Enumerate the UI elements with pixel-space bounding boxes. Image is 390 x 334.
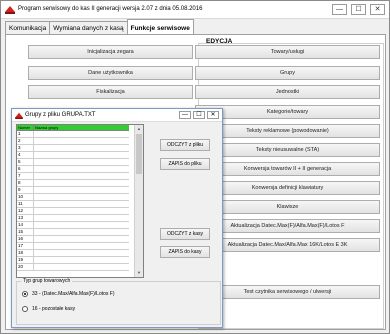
row-number-cell: 2 xyxy=(17,138,34,145)
row-number-cell: 5 xyxy=(17,159,34,166)
table-row[interactable]: 14 xyxy=(17,222,129,229)
close-button[interactable]: ✕ xyxy=(370,4,385,15)
radio-16-label: 16 - pozostałe kasy xyxy=(32,306,76,312)
table-row[interactable]: 1 xyxy=(17,131,129,138)
grid-scrollbar[interactable]: ▲ ▼ xyxy=(134,125,143,277)
goods-services-button[interactable]: Towary/usługi xyxy=(195,45,380,59)
table-row[interactable]: 8 xyxy=(17,180,129,187)
row-number-cell: 17 xyxy=(17,243,34,250)
row-number-cell: 7 xyxy=(17,173,34,180)
row-number-cell: 4 xyxy=(17,152,34,159)
save-to-register-button[interactable]: ZAPIS do kasy xyxy=(160,246,210,258)
table-row[interactable]: 20 xyxy=(17,264,129,271)
dialog-title-bar: Grupy z pliku GRUPA.TXT — ☐ ✕ xyxy=(12,109,222,122)
minimize-button[interactable]: — xyxy=(332,4,347,15)
group-type-option-16[interactable]: 16 - pozostałe kasy xyxy=(22,306,75,312)
row-number-cell: 13 xyxy=(17,215,34,222)
table-row[interactable]: 5 xyxy=(17,159,129,166)
user-data-button[interactable]: Dane użytkownika xyxy=(28,66,193,80)
row-number-cell: 16 xyxy=(17,236,34,243)
row-number-cell: 3 xyxy=(17,145,34,152)
row-number-cell: 19 xyxy=(17,257,34,264)
maximize-button[interactable]: ☐ xyxy=(351,4,366,15)
save-to-file-button[interactable]: ZAPIS do pliku xyxy=(160,158,210,170)
dialog-logo-icon xyxy=(15,112,23,119)
dialog-maximize-button[interactable]: ☐ xyxy=(193,111,205,119)
init-clock-button[interactable]: Inicjalizacja zegara xyxy=(28,45,193,59)
table-row[interactable]: 13 xyxy=(17,215,129,222)
table-row[interactable]: 16 xyxy=(17,236,129,243)
edycja-label: EDYCJA xyxy=(206,38,233,45)
row-number-cell: 15 xyxy=(17,229,34,236)
table-row[interactable]: 19 xyxy=(17,257,129,264)
table-row[interactable]: 6 xyxy=(17,166,129,173)
groups-button[interactable]: Grupy xyxy=(195,66,380,80)
table-row[interactable]: 12 xyxy=(17,208,129,215)
table-row[interactable]: 7 xyxy=(17,173,129,180)
read-from-file-button[interactable]: ODCZYT z pliku xyxy=(160,139,210,151)
radio-33-label: 33 - (Datec.Max/Alfa.Max(F)/Lotos F) xyxy=(32,291,115,297)
table-row[interactable]: 11 xyxy=(17,201,129,208)
table-row[interactable]: 18 xyxy=(17,250,129,257)
table-row[interactable]: 10 xyxy=(17,194,129,201)
table-row[interactable]: 17 xyxy=(17,243,129,250)
tab-funkcje-serwisowe[interactable]: Funkcje serwisowe xyxy=(126,19,194,34)
groups-dialog: Grupy z pliku GRUPA.TXT — ☐ ✕ Numer Nazw… xyxy=(11,108,223,328)
units-button[interactable]: Jednostki xyxy=(195,85,380,99)
app-logo-icon xyxy=(5,6,15,14)
tab-komunikacja[interactable]: Komunikacja xyxy=(5,21,51,34)
table-row[interactable]: 9 xyxy=(17,187,129,194)
group-type-legend: Typ grup towarowych xyxy=(21,278,73,284)
table-row[interactable]: 3 xyxy=(17,145,129,152)
radio-16[interactable] xyxy=(22,306,28,312)
row-number-cell: 9 xyxy=(17,187,34,194)
title-bar: Program serwisowy do kas II generacji we… xyxy=(1,1,389,19)
row-number-cell: 10 xyxy=(17,194,34,201)
groups-grid[interactable]: Numer Nazwa grupy 1 2 3 4 5 6 7 8 9 10 11 12 13 14 15 1… xyxy=(16,124,144,278)
row-number-cell: 12 xyxy=(17,208,34,215)
row-number-cell: 14 xyxy=(17,222,34,229)
row-number-cell: 8 xyxy=(17,180,34,187)
dialog-title: Grupy z pliku GRUPA.TXT xyxy=(25,112,96,118)
table-row[interactable]: 15 xyxy=(17,229,129,236)
row-number-cell: 18 xyxy=(17,250,34,257)
tab-wymiana-danych[interactable]: Wymiana danych z kasą xyxy=(49,21,128,34)
group-type-fieldset: Typ grup towarowych 33 - (Datec.Max/Alfa… xyxy=(16,278,221,325)
row-number-cell: 6 xyxy=(17,166,34,173)
tab-strip: Komunikacja Wymiana danych z kasą Funkcj… xyxy=(5,19,194,35)
row-number-cell: 1 xyxy=(17,131,34,138)
scroll-down-icon[interactable]: ▼ xyxy=(135,269,143,277)
read-from-register-button[interactable]: ODCZYT z kasy xyxy=(160,228,210,240)
dialog-close-button[interactable]: ✕ xyxy=(207,111,219,119)
dialog-minimize-button[interactable]: — xyxy=(179,111,191,119)
row-number-cell: 20 xyxy=(17,264,34,271)
row-number-cell: 11 xyxy=(17,201,34,208)
fiscalization-button[interactable]: Fiskalizacja xyxy=(28,85,193,99)
group-type-option-33[interactable]: 33 - (Datec.Max/Alfa.Max(F)/Lotos F) xyxy=(22,291,115,297)
radio-33[interactable] xyxy=(22,291,28,297)
window-title: Program serwisowy do kas II generacji we… xyxy=(18,6,203,12)
table-row[interactable]: 4 xyxy=(17,152,129,159)
table-row[interactable]: 2 xyxy=(17,138,129,145)
scroll-thumb[interactable] xyxy=(136,134,142,174)
scroll-up-icon[interactable]: ▲ xyxy=(135,125,143,133)
